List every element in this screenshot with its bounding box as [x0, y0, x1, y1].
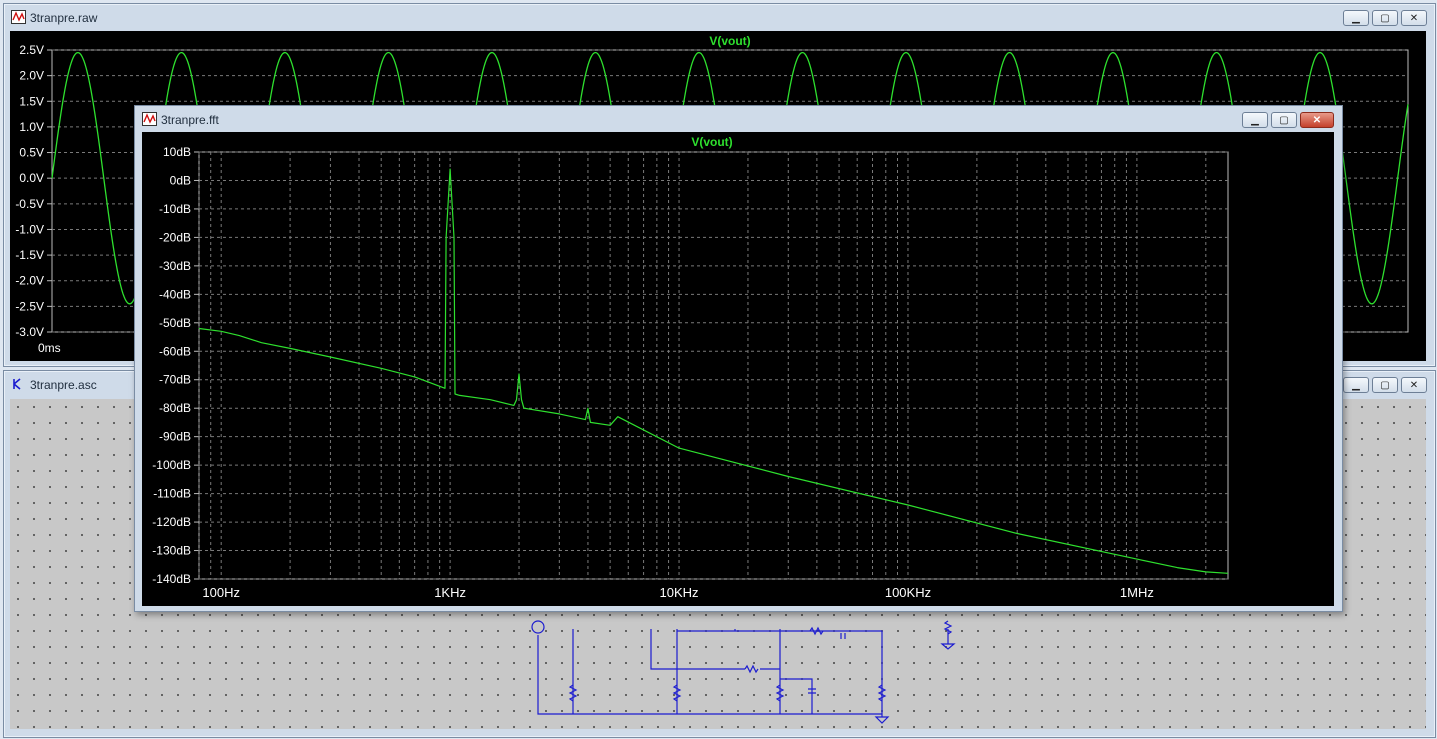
wire[interactable]: [650, 629, 745, 670]
raw-y-tick-label[interactable]: 0.0V: [19, 171, 44, 185]
raw-y-tick-label[interactable]: -1.0V: [15, 222, 44, 236]
fft-y-tick-label[interactable]: -90dB: [159, 430, 191, 444]
fft-y-tick-label[interactable]: -50dB: [159, 316, 191, 330]
close-button[interactable]: ✕: [1401, 377, 1427, 393]
fft-y-tick-label[interactable]: -130dB: [152, 544, 191, 558]
raw-y-tick-label[interactable]: -1.5V: [15, 248, 44, 262]
raw-y-tick-label[interactable]: -3.0V: [15, 325, 44, 339]
ground-symbol[interactable]: [874, 643, 956, 724]
resistor-symbol[interactable]: [744, 664, 759, 674]
fft-y-tick-label[interactable]: -70dB: [159, 373, 191, 387]
fft-y-tick-label[interactable]: -10dB: [159, 202, 191, 216]
fft-y-tick-label[interactable]: 10dB: [163, 145, 191, 159]
maximize-button[interactable]: ▢: [1372, 10, 1398, 26]
raw-y-tick-label[interactable]: -2.0V: [15, 274, 44, 288]
wire[interactable]: [537, 635, 882, 715]
maximize-button[interactable]: ▢: [1372, 377, 1398, 393]
fft-y-tick-label[interactable]: -60dB: [159, 344, 191, 358]
fft-y-tick-label[interactable]: -30dB: [159, 259, 191, 273]
wire[interactable]: [780, 678, 813, 714]
raw-x-tick-label[interactable]: 0ms: [38, 341, 61, 355]
waveform-icon: [142, 112, 157, 126]
close-button[interactable]: ✕: [1300, 112, 1334, 128]
raw-y-tick-label[interactable]: 1.5V: [19, 94, 44, 108]
fft-titlebar[interactable]: 3tranpre.fft ▁ ▢ ✕: [135, 106, 1342, 134]
fft-window-title: 3tranpre.fft: [161, 113, 219, 127]
fft-trace-line[interactable]: [198, 168, 1229, 574]
voltage-source-symbol[interactable]: [531, 620, 545, 634]
close-button[interactable]: ✕: [1401, 10, 1427, 26]
fft-y-tick-label[interactable]: -100dB: [152, 458, 191, 472]
fft-plot-area[interactable]: V(vout) 10dB 0dB -10dB -20dB -30dB -40dB -50dB…: [142, 132, 1334, 606]
raw-y-tick-label[interactable]: 0.5V: [19, 146, 44, 160]
fft-x-tick-label[interactable]: 1MHz: [1120, 585, 1154, 600]
raw-trace-label[interactable]: V(vout): [709, 34, 750, 48]
raw-y-tick-label[interactable]: -2.5V: [15, 299, 44, 313]
raw-titlebar[interactable]: 3tranpre.raw ▁ ▢ ✕: [4, 4, 1435, 32]
fft-y-tick-label[interactable]: 0dB: [170, 173, 191, 187]
asc-window-title: 3tranpre.asc: [30, 378, 97, 392]
fft-y-tick-label[interactable]: -120dB: [152, 515, 191, 529]
capacitor-symbol[interactable]: [840, 633, 846, 639]
fft-chart: V(vout) 10dB 0dB -10dB -20dB -30dB -40dB -50dB…: [152, 135, 1229, 600]
raw-y-tick-label[interactable]: -0.5V: [15, 197, 44, 211]
fft-y-tick-label[interactable]: -110dB: [153, 487, 191, 501]
raw-y-tick-label[interactable]: 1.0V: [19, 120, 44, 134]
fft-y-tick-label[interactable]: -20dB: [159, 230, 191, 244]
fft-trace-label[interactable]: V(vout): [691, 135, 732, 149]
fft-x-tick-label[interactable]: 100Hz: [202, 585, 240, 600]
minimize-button[interactable]: ▁: [1343, 377, 1369, 393]
fft-x-tick-label[interactable]: 100KHz: [885, 585, 931, 600]
raw-window-title: 3tranpre.raw: [30, 11, 98, 25]
fft-y-tick-label[interactable]: -80dB: [159, 401, 191, 415]
fft-window: 3tranpre.fft ▁ ▢ ✕ V(vout) 10dB 0dB -10dB -…: [134, 105, 1343, 612]
raw-y-tick-label[interactable]: 2.0V: [19, 69, 44, 83]
minimize-button[interactable]: ▁: [1343, 10, 1369, 26]
fft-plot-frame: [198, 151, 1229, 580]
waveform-icon: [11, 10, 26, 24]
raw-y-tick-label[interactable]: 2.5V: [19, 43, 44, 57]
fft-y-tick-label[interactable]: -40dB: [159, 287, 191, 301]
fft-x-tick-label[interactable]: 1KHz: [434, 585, 466, 600]
maximize-button[interactable]: ▢: [1271, 112, 1297, 128]
fft-y-tick-label[interactable]: -140dB: [152, 572, 191, 586]
minimize-button[interactable]: ▁: [1242, 112, 1268, 128]
fft-x-tick-label[interactable]: 10KHz: [660, 585, 699, 600]
schematic-icon: [13, 378, 21, 390]
